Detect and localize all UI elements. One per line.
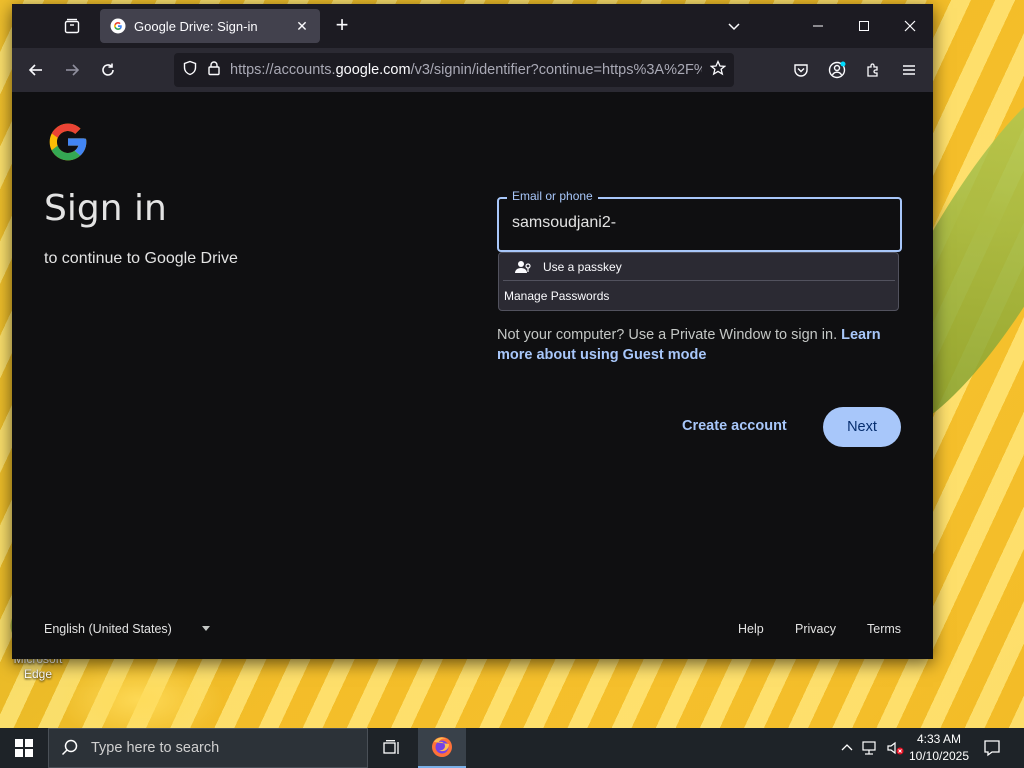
passkey-icon <box>515 260 531 273</box>
email-input[interactable]: samsoudjani2- <box>512 214 882 232</box>
network-icon[interactable] <box>860 728 882 768</box>
forward-icon[interactable] <box>60 58 84 82</box>
tab-close-icon[interactable]: ✕ <box>294 18 310 35</box>
tab-list-icon[interactable] <box>60 14 84 38</box>
task-view-icon[interactable] <box>368 728 416 768</box>
pocket-icon[interactable] <box>789 58 813 82</box>
language-dropdown-icon[interactable] <box>202 626 210 631</box>
browser-window: Google Drive: Sign-in ✕ + https://accoun… <box>12 4 933 659</box>
create-account-button[interactable]: Create account <box>672 410 797 442</box>
page-subtitle: to continue to Google Drive <box>44 250 238 267</box>
maximize-icon[interactable] <box>850 12 878 40</box>
manage-passwords-option[interactable]: Manage Passwords <box>499 282 898 310</box>
use-passkey-label: Use a passkey <box>543 259 622 274</box>
reload-icon[interactable] <box>96 58 120 82</box>
tab-list-dropdown-icon[interactable] <box>720 12 748 40</box>
tab-strip: Google Drive: Sign-in ✕ + <box>12 4 933 48</box>
help-link[interactable]: Help <box>738 622 764 636</box>
address-bar[interactable]: https://accounts.google.com/v3/signin/id… <box>174 53 734 87</box>
extensions-icon[interactable] <box>861 58 885 82</box>
autocomplete-dropdown: Use a passkey Manage Passwords <box>498 252 899 311</box>
page-title: Sign in <box>44 188 167 229</box>
private-window-notice: Not your computer? Use a Private Window … <box>497 327 881 363</box>
search-icon <box>61 739 78 756</box>
clock-time: 4:33 AM <box>916 732 962 746</box>
windows-start-icon[interactable] <box>0 728 48 768</box>
back-icon[interactable] <box>24 58 48 82</box>
use-passkey-option[interactable]: Use a passkey <box>503 253 895 281</box>
google-logo-icon <box>49 123 87 161</box>
taskbar-clock[interactable]: 4:33 AM 10/10/2025 <box>904 731 974 765</box>
nav-toolbar: https://accounts.google.com/v3/signin/id… <box>12 48 933 92</box>
menu-icon[interactable] <box>897 58 921 82</box>
volume-muted-icon[interactable] <box>884 728 906 768</box>
terms-link[interactable]: Terms <box>867 622 901 636</box>
url-text[interactable]: https://accounts.google.com/v3/signin/id… <box>230 62 702 78</box>
tab-google-drive[interactable]: Google Drive: Sign-in ✕ <box>100 9 320 43</box>
shield-icon[interactable] <box>182 60 198 81</box>
account-icon[interactable] <box>825 58 849 82</box>
language-selector[interactable]: English (United States) <box>44 622 172 636</box>
next-button[interactable]: Next <box>823 407 901 447</box>
taskbar-search[interactable]: Type here to search <box>48 728 368 768</box>
lock-icon[interactable] <box>206 60 222 81</box>
google-g-icon <box>110 18 126 34</box>
email-field-label: Email or phone <box>507 189 598 203</box>
new-tab-icon[interactable]: + <box>330 14 354 38</box>
privacy-link[interactable]: Privacy <box>795 622 836 636</box>
clock-date: 10/10/2025 <box>908 749 970 763</box>
taskbar: Type here to search 4:33 AM 10/10/2025 <box>0 728 1024 768</box>
show-hidden-icons-icon[interactable] <box>838 728 856 768</box>
search-placeholder: Type here to search <box>91 740 220 756</box>
signin-page: Sign in to continue to Google Drive Emai… <box>12 92 933 659</box>
minimize-icon[interactable] <box>804 12 832 40</box>
close-window-icon[interactable] <box>896 12 924 40</box>
tab-title: Google Drive: Sign-in <box>134 18 258 34</box>
bookmark-star-icon[interactable] <box>709 59 727 81</box>
manage-passwords-label: Manage Passwords <box>504 289 610 303</box>
notifications-icon[interactable] <box>978 728 1006 768</box>
firefox-taskbar-icon[interactable] <box>418 728 466 768</box>
email-field[interactable]: Email or phone samsoudjani2- <box>497 189 902 252</box>
